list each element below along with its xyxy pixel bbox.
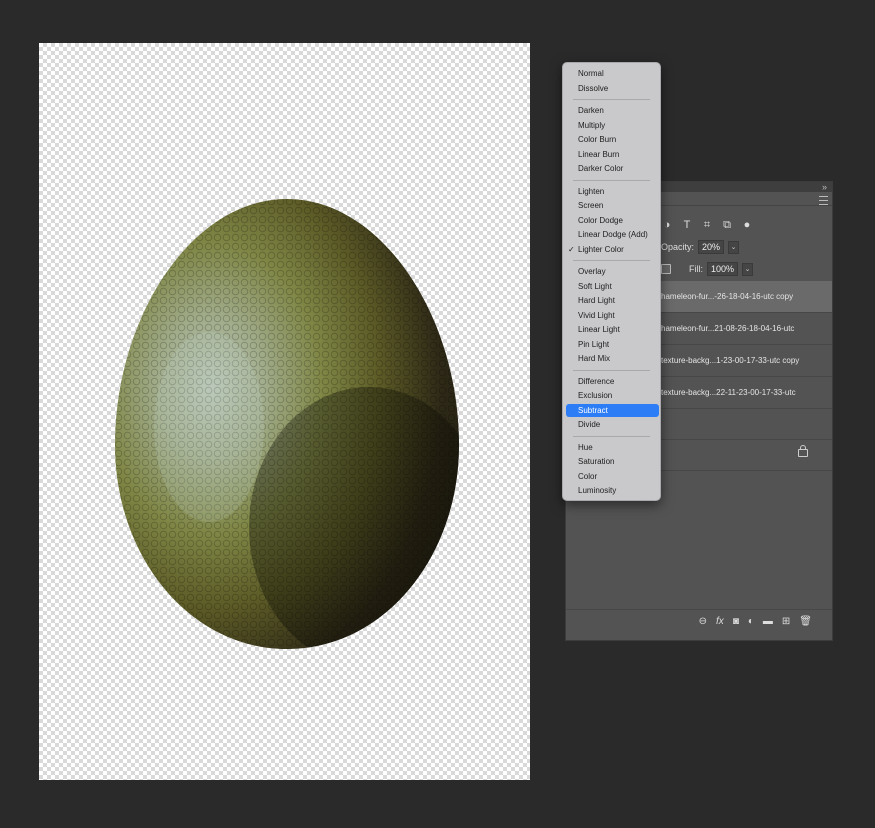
blend-mode-label: Divide (578, 420, 601, 429)
panel-menu-icon[interactable] (819, 196, 828, 205)
blend-mode-label: Luminosity (578, 486, 617, 495)
filter-toggle-icon[interactable]: ● (741, 219, 753, 232)
layer-name: hameleon-fur...-26-18-04-16-utc copy (661, 292, 794, 301)
opacity-control: Opacity: 20% ⌄ (661, 240, 740, 254)
new-layer-icon[interactable]: ⊞ (782, 616, 790, 627)
opacity-input[interactable]: 20% (698, 240, 725, 254)
blend-mode-item[interactable]: Luminosity (578, 484, 616, 497)
blend-mode-item[interactable]: Saturation (578, 455, 614, 468)
blend-mode-label: Multiply (578, 120, 606, 130)
menu-separator (573, 260, 650, 261)
opacity-label: Opacity: (661, 242, 695, 252)
fill-dropdown-icon[interactable]: ⌄ (742, 262, 754, 276)
checkmark-icon: ✓ (568, 244, 575, 254)
blend-mode-label: Color Burn (578, 135, 617, 144)
blend-mode-item[interactable]: ✓ Lighter Color (568, 243, 624, 256)
blend-mode-item[interactable]: Subtract (578, 404, 608, 417)
blend-mode-item[interactable]: Linear Dodge (Add) (578, 228, 648, 241)
background-lock-icon[interactable] (798, 445, 808, 457)
blend-mode-item[interactable]: Darken (578, 104, 604, 117)
blend-mode-item[interactable]: Lighten (578, 185, 604, 198)
adjustment-filter-icon[interactable]: ◑ (661, 219, 673, 232)
blend-mode-item[interactable]: Color Burn (578, 133, 616, 146)
blend-mode-label: Screen (578, 201, 604, 210)
menu-separator (573, 99, 650, 100)
blend-mode-label: Exclusion (578, 391, 613, 400)
blend-mode-label: Lighter Color (578, 244, 624, 254)
new-group-icon[interactable]: ▬ (763, 616, 773, 627)
blend-mode-item[interactable]: Vivid Light (578, 309, 615, 322)
add-mask-icon[interactable]: ◙ (733, 616, 739, 627)
blend-mode-item[interactable]: Difference (578, 375, 614, 388)
lock-icon[interactable] (661, 264, 671, 274)
fill-control: Fill: 100% ⌄ (661, 262, 754, 276)
blend-mode-item[interactable]: Dissolve (578, 82, 608, 95)
blend-mode-label: Color Dodge (578, 215, 623, 225)
blend-mode-item[interactable]: Hard Light (578, 294, 615, 307)
blend-mode-label: Hue (578, 442, 593, 452)
blend-mode-item[interactable]: Overlay (578, 265, 606, 278)
blend-mode-item[interactable]: Color Dodge (578, 214, 623, 227)
blend-mode-label: Difference (578, 376, 615, 386)
menu-separator (573, 435, 650, 437)
blend-mode-item[interactable]: Linear Light (578, 323, 620, 336)
blend-mode-item[interactable]: Hue (578, 441, 593, 454)
blend-mode-label: Vivid Light (578, 310, 615, 320)
blend-mode-label: Overlay (578, 267, 606, 276)
layer-name: texture-backg...1-23-00-17-33-utc copy (661, 356, 800, 365)
blend-mode-item[interactable]: Normal (578, 67, 604, 80)
blend-mode-item[interactable]: Divide (578, 418, 600, 431)
adjustment-layer-icon[interactable]: ◐ (748, 616, 754, 627)
blend-mode-label: Pin Light (578, 339, 610, 349)
blend-mode-item[interactable]: Hard Mix (578, 352, 610, 365)
blend-mode-item[interactable]: Linear Burn (578, 148, 619, 161)
menu-separator (573, 179, 650, 181)
blend-mode-label: Linear Dodge (Add) (578, 230, 648, 239)
blend-mode-label: Dissolve (578, 83, 609, 93)
shape-filter-icon[interactable]: ⌗ (701, 219, 713, 232)
blend-mode-label: Darker Color (578, 164, 624, 173)
smart-object-filter-icon[interactable]: ⧉ (721, 219, 733, 232)
trash-icon[interactable]: 🗑 (799, 616, 812, 627)
fx-icon[interactable]: fx (716, 616, 724, 627)
blend-mode-label: Lighten (578, 186, 605, 196)
document-canvas[interactable] (39, 43, 530, 780)
fill-input[interactable]: 100% (707, 262, 739, 276)
blend-mode-label: Hard Light (578, 296, 615, 305)
layer-name: texture-backg...22-11-23-00-17-33-utc (661, 388, 796, 397)
blend-mode-label: Hard Mix (578, 354, 611, 363)
blend-mode-label: Saturation (578, 457, 615, 466)
blend-mode-item[interactable]: Screen (578, 199, 603, 212)
collapse-icon[interactable]: » (822, 182, 827, 192)
fill-label: Fill: (689, 264, 703, 274)
blend-mode-label: Darken (578, 106, 604, 115)
blend-mode-item[interactable]: Color (578, 470, 597, 483)
opacity-dropdown-icon[interactable]: ⌄ (728, 240, 740, 254)
egg-artwork (115, 199, 459, 649)
blend-mode-label: Color (578, 471, 598, 481)
blend-mode-dropdown: Normal Dissolve Darken Multiply Color Burn Li… (562, 62, 661, 501)
blend-mode-item[interactable]: Multiply (578, 119, 605, 132)
blend-mode-item[interactable]: Soft Light (578, 280, 612, 293)
menu-separator (573, 369, 650, 371)
type-filter-icon[interactable]: T (681, 219, 693, 232)
layer-name: hameleon-fur...21-08-26-18-04-16-utc (661, 324, 795, 333)
blend-mode-label: Normal (578, 69, 604, 78)
layer-filter-icons: ◑ T ⌗ ⧉ ● (661, 219, 753, 232)
blend-mode-item[interactable]: Darker Color (578, 162, 623, 175)
blend-mode-label: Subtract (578, 405, 608, 415)
blend-mode-item[interactable]: Pin Light (578, 338, 609, 351)
link-layers-icon[interactable]: ⊖ (699, 616, 707, 627)
blend-mode-item[interactable]: Exclusion (578, 389, 612, 402)
blend-mode-label: Linear Burn (578, 149, 620, 159)
blend-mode-label: Soft Light (578, 281, 612, 291)
panel-footer: ⊖ fx ◙ ◐ ▬ ⊞ 🗑 (566, 609, 832, 640)
blend-mode-label: Linear Light (578, 325, 620, 334)
